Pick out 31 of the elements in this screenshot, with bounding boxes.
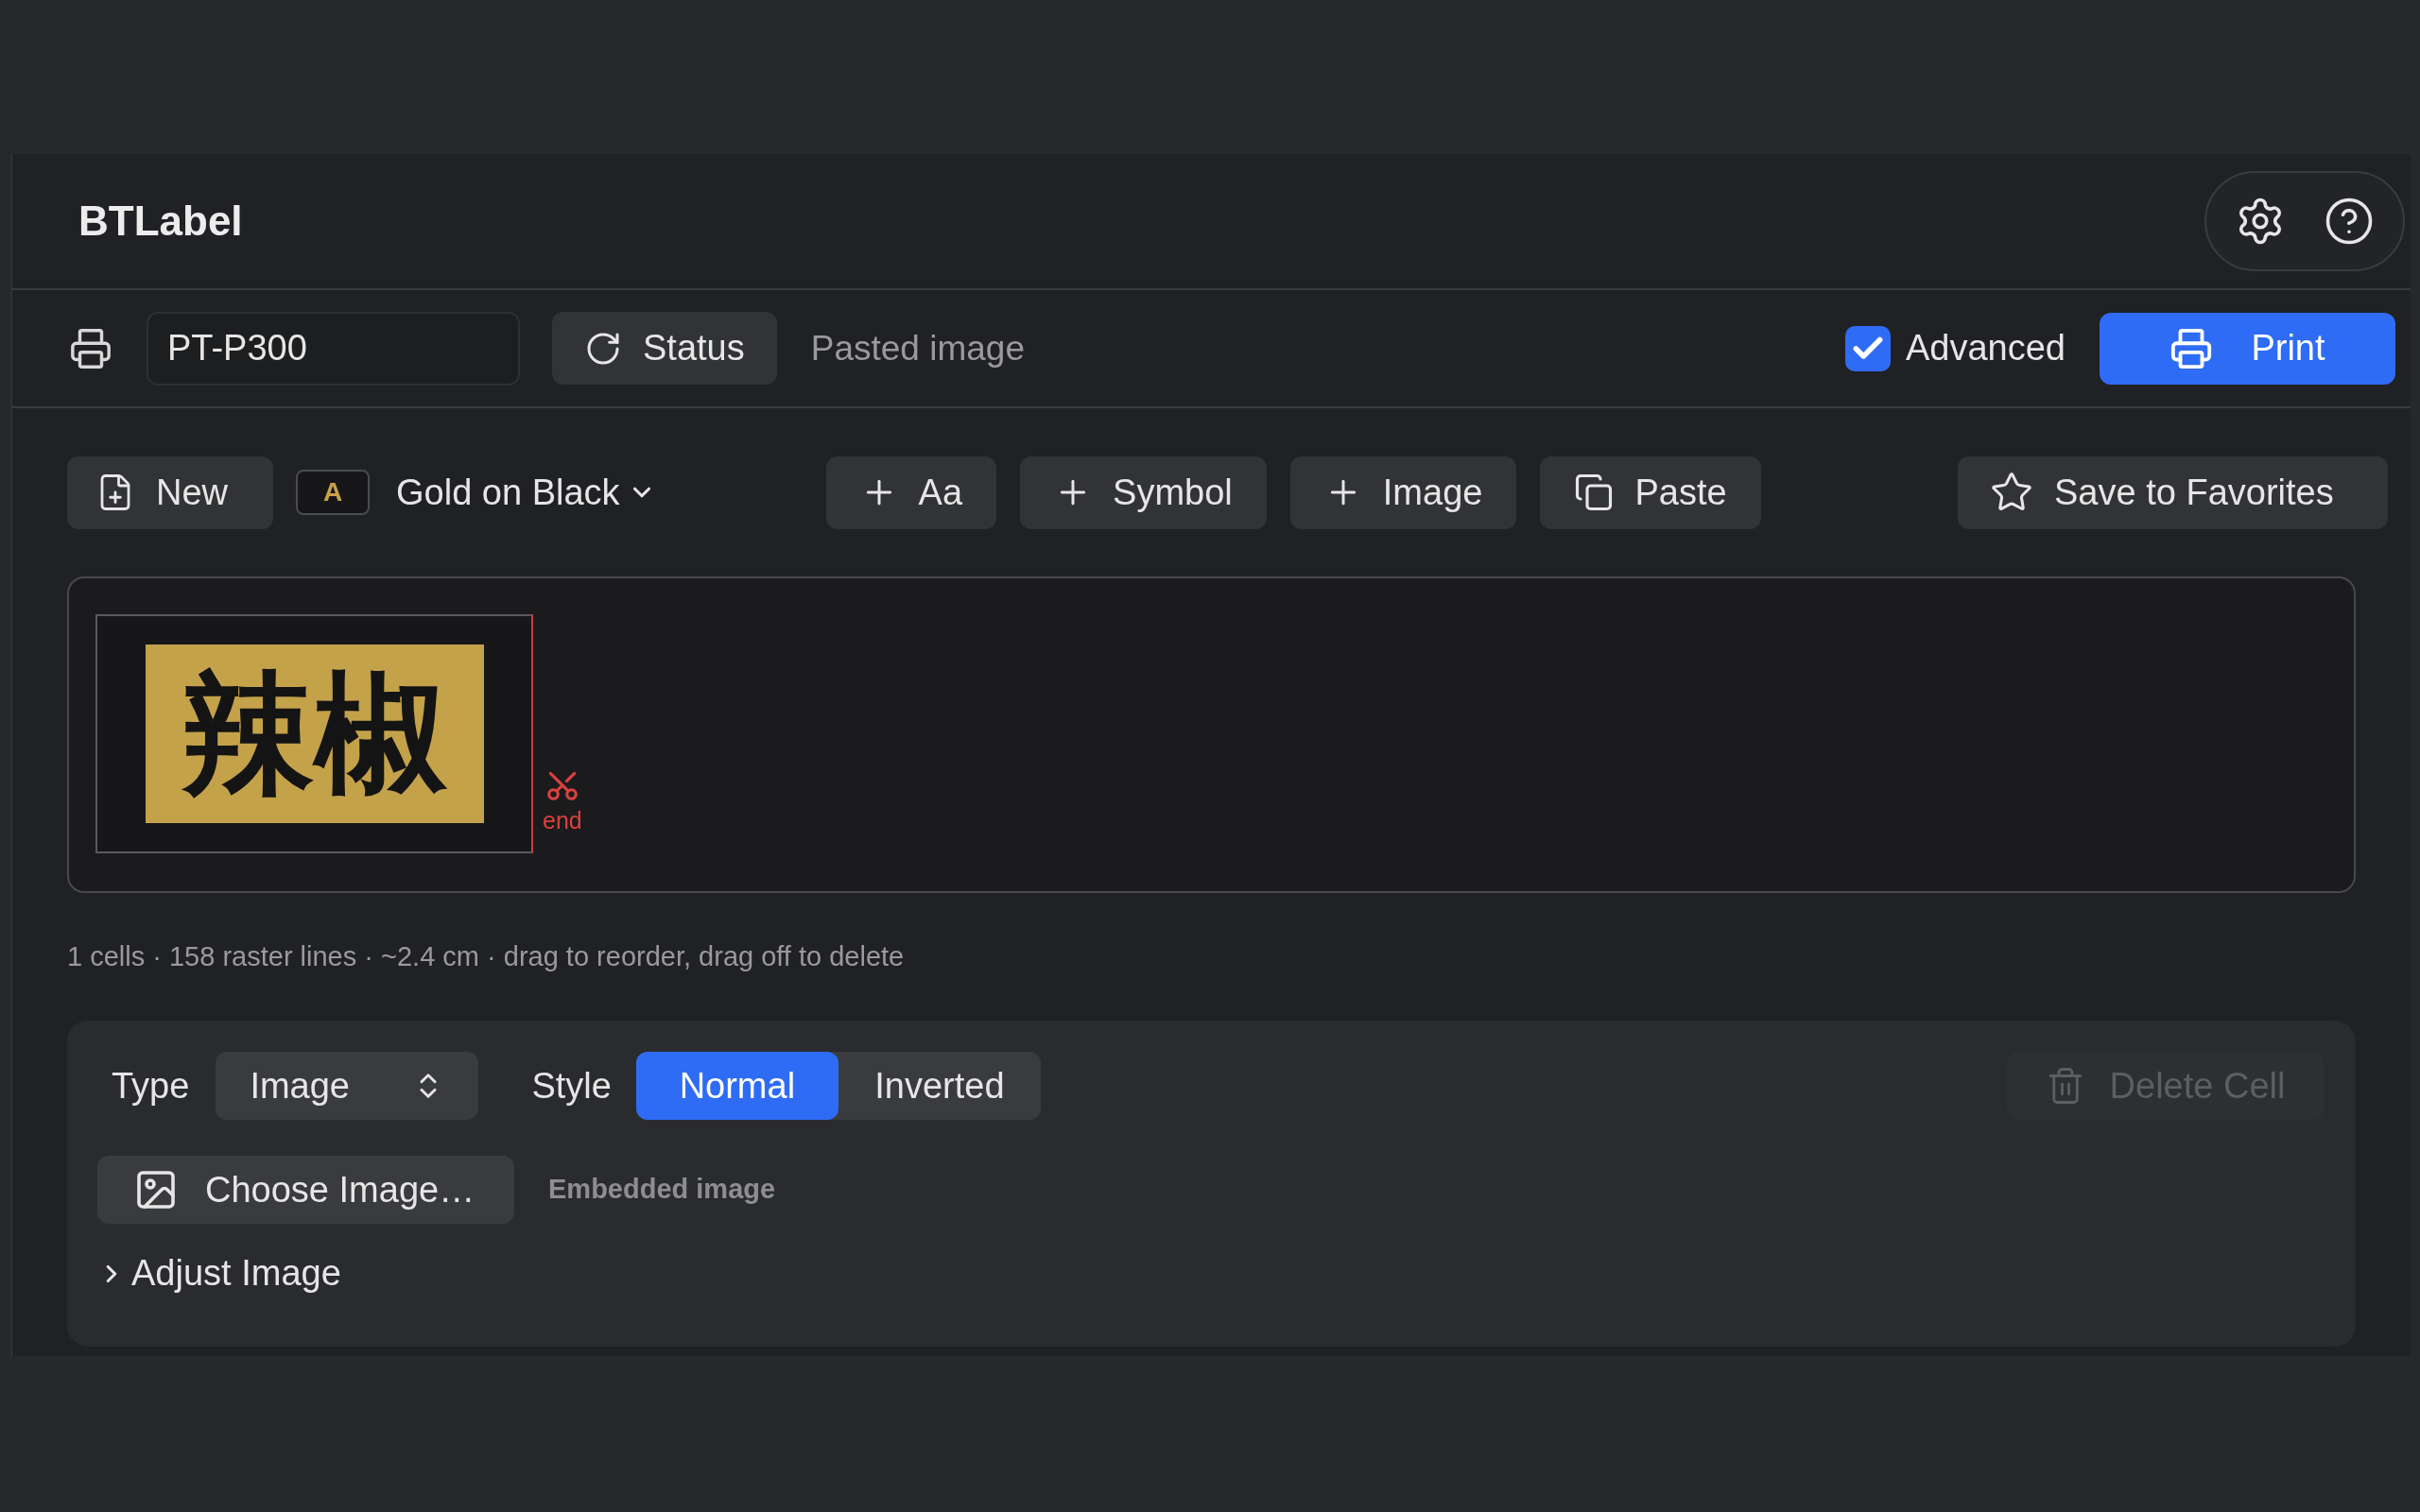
add-button[interactable]: Symbol [1020,455,1267,529]
image-source-text: Embedded image [548,1173,776,1207]
printer-icon [2169,326,2214,370]
type-label: Type [112,1064,190,1108]
style-segment[interactable]: Normal [635,1052,838,1120]
label-cell[interactable]: 辣椒 [95,614,533,853]
print-button[interactable]: Print [2100,312,2395,385]
style-label: Style [531,1064,612,1108]
status-button[interactable]: Status [552,312,777,385]
paste-icon [1574,472,1615,512]
status-message: Pasted image [810,327,1025,369]
save-to-favorites-button[interactable]: Save to Favorites [1958,455,2388,529]
app-title: BTLabel [78,197,243,246]
new-button[interactable]: New [67,455,273,529]
type-select[interactable]: Image [216,1052,479,1120]
advanced-checkbox[interactable] [1845,325,1891,371]
printer-name-field[interactable]: PT-P300 [147,311,520,386]
add-button[interactable]: Image [1289,455,1517,529]
style-segment[interactable]: Inverted [838,1052,1041,1120]
theme-dropdown[interactable]: Gold on Black [396,465,656,520]
label-preview: 辣椒 [145,644,484,823]
adjust-image-disclosure[interactable]: Adjust Image [97,1246,341,1300]
advanced-label: Advanced [1906,327,2066,369]
add-button[interactable]: Aa [825,455,997,529]
printer-icon [69,326,112,370]
color-swatch: A [296,470,370,515]
info-text: 1 cells · 158 raster lines · ~2.4 cm · drag to reorder, drag off to delete [67,939,905,973]
end-marker: end [543,806,582,835]
paste-button[interactable]: Paste [1540,455,1761,529]
choose-image-button[interactable]: Choose Image… [97,1156,514,1224]
help-icon[interactable] [2324,196,2375,247]
